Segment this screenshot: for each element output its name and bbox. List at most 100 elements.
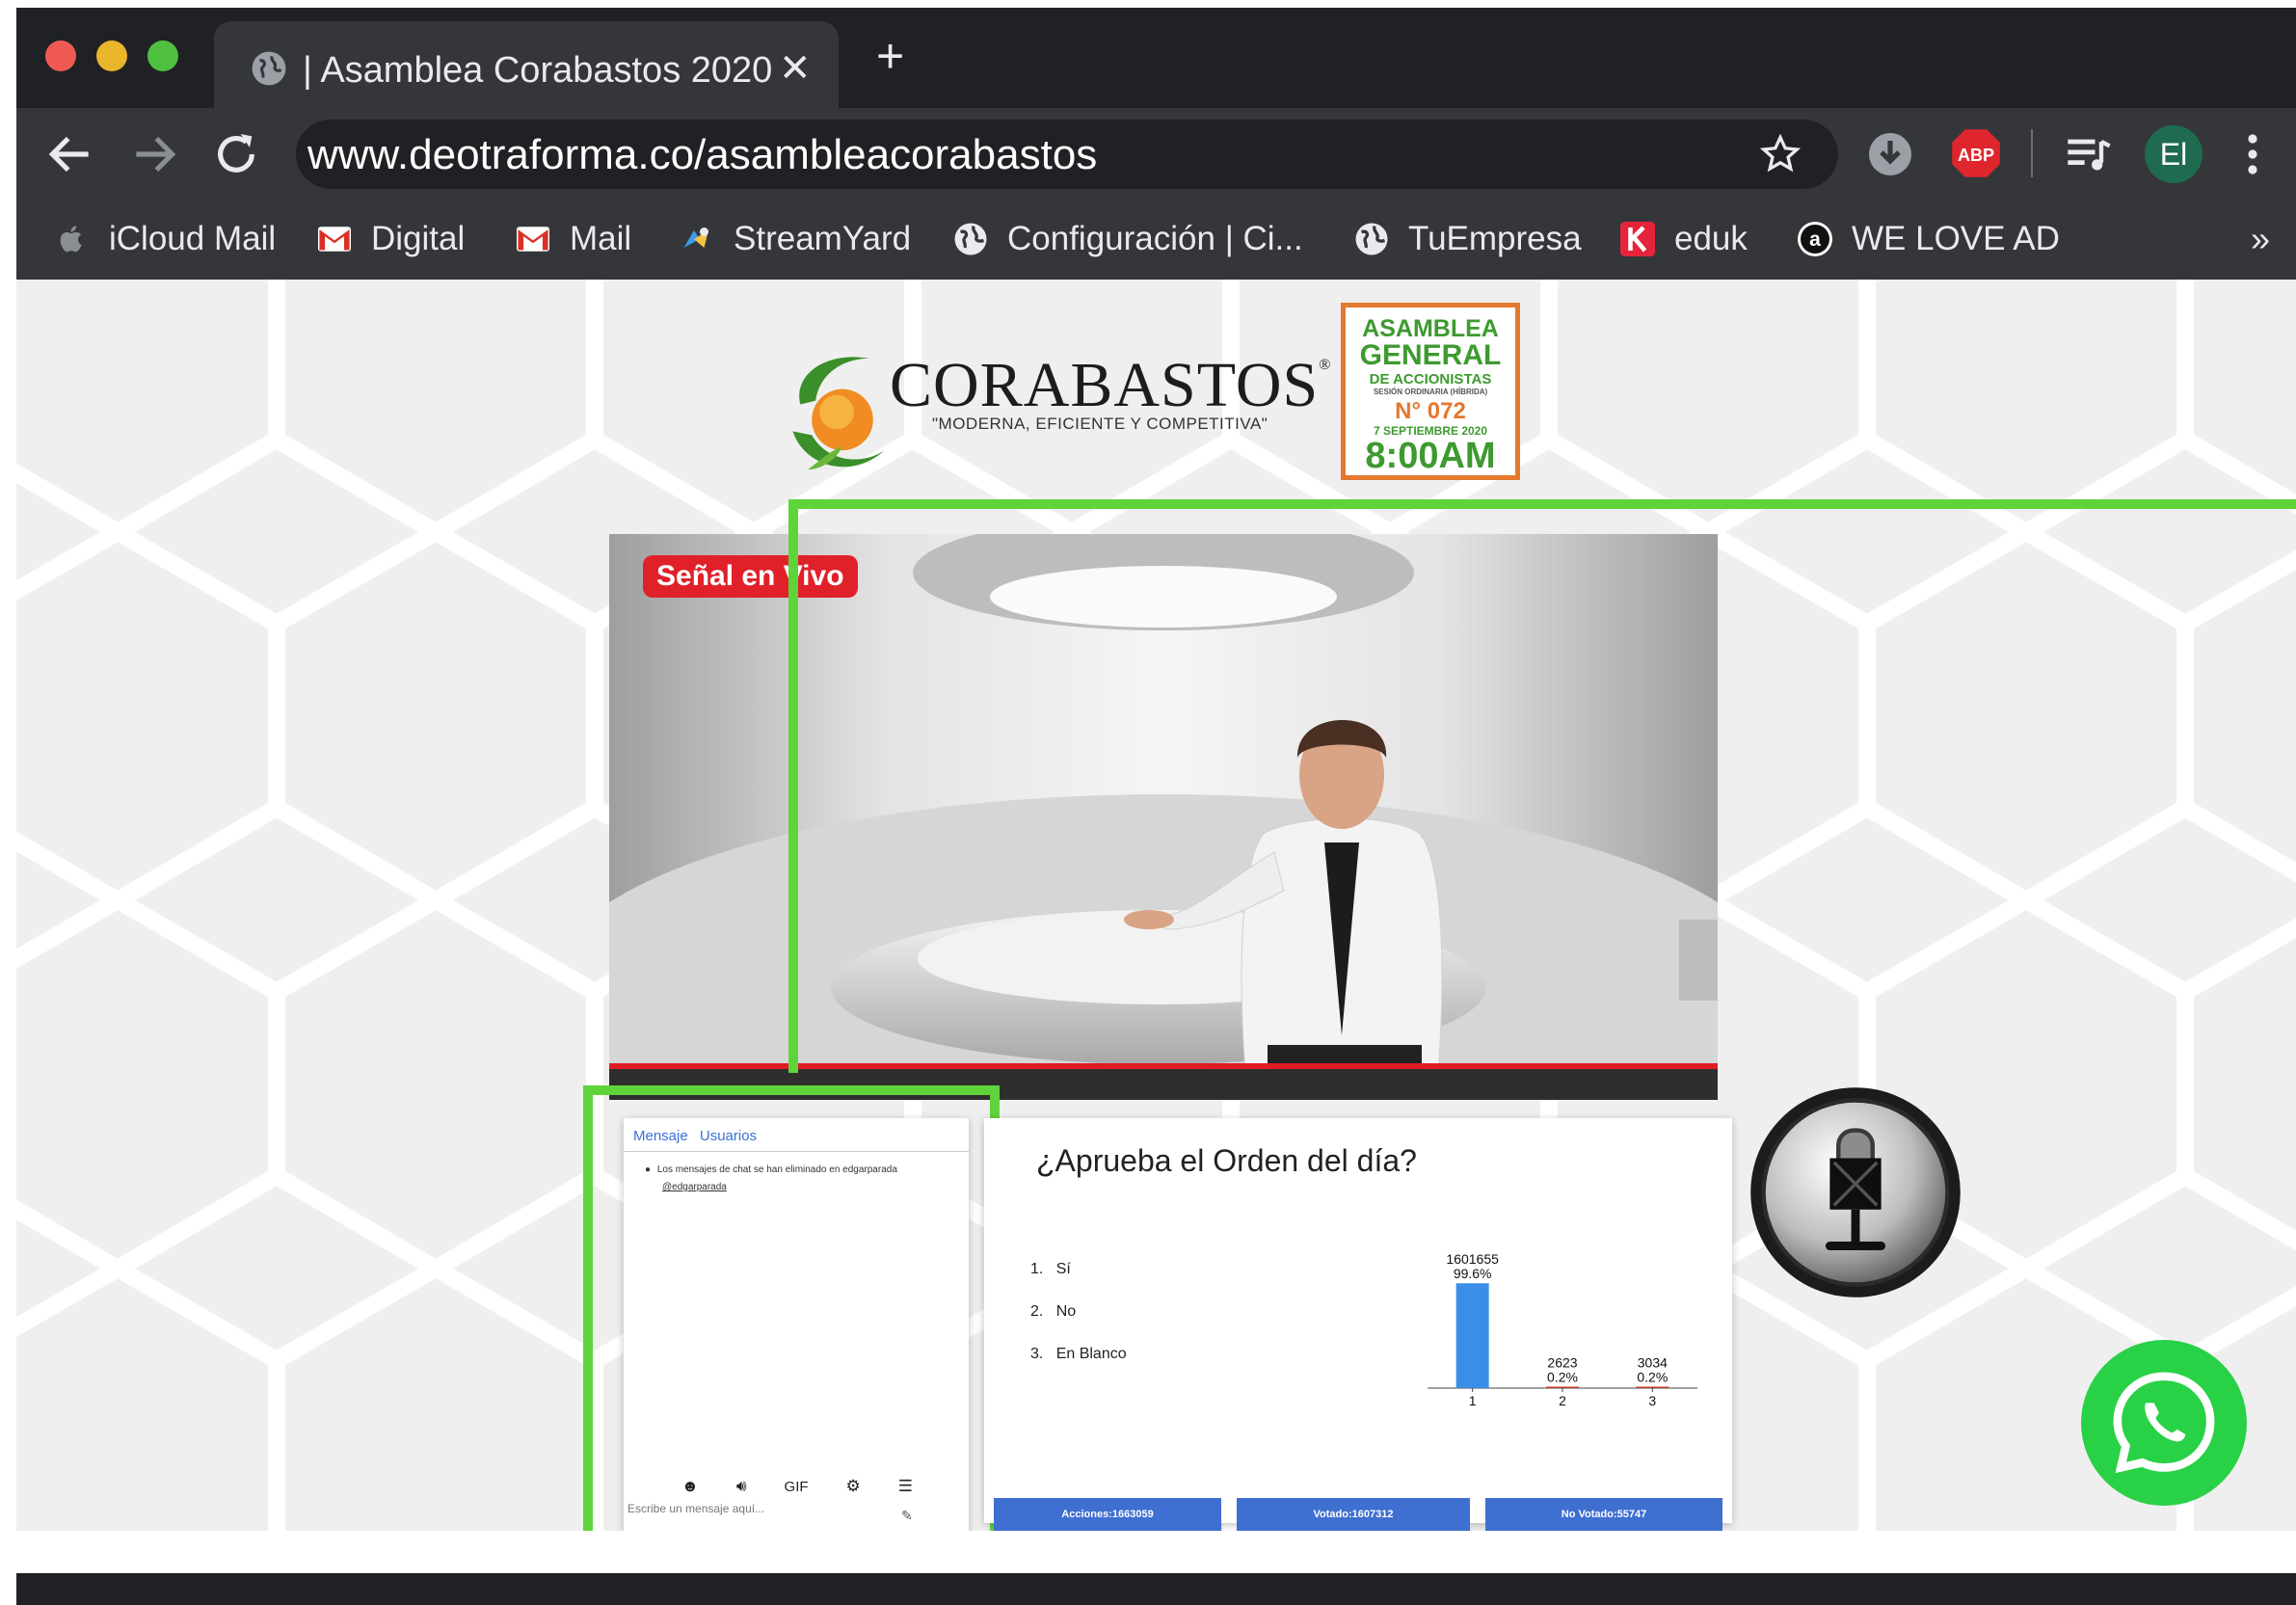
back-arrow-icon[interactable] [43, 127, 97, 181]
badge-line: GENERAL [1359, 339, 1502, 371]
chart-value-label: 2623 [1547, 1355, 1577, 1371]
bookmark-digital[interactable]: Digital [317, 214, 465, 264]
poll-question: ¿Aprueba el Orden del día? [1036, 1143, 1417, 1178]
chart-percent-label: 0.2% [1637, 1370, 1668, 1385]
badge-line: 8:00AM [1365, 436, 1496, 476]
window-bottom-bar [16, 1573, 2296, 1605]
microphone-icon[interactable] [1749, 1085, 1962, 1299]
new-tab-button[interactable]: + [876, 32, 904, 80]
video-frame [609, 534, 1718, 1100]
maximize-window-button[interactable] [147, 40, 178, 71]
address-bar[interactable]: www.deotraforma.co/asambleacorabastos [296, 120, 1838, 189]
chat-highlight-box [583, 1085, 1000, 1531]
poll-option-label: Sí [1055, 1261, 1071, 1277]
badge-line: N° 072 [1395, 398, 1466, 424]
bookmark-label: eduk [1674, 220, 1748, 257]
bookmarks-overflow-button[interactable]: » [2251, 214, 2270, 264]
poll-results-chart: 160165599.6%126230.2%230340.2%3 [1428, 1251, 1697, 1408]
minimize-window-button[interactable] [96, 40, 127, 71]
badge-line: ASAMBLEA [1362, 315, 1499, 342]
profile-avatar[interactable]: El [2145, 125, 2203, 183]
chart-bar [1455, 1283, 1489, 1388]
chart-category-label: 2 [1559, 1393, 1566, 1408]
bookmark-label: WE LOVE AD [1852, 220, 2060, 257]
chart-percent-label: 0.2% [1547, 1370, 1578, 1385]
chart-percent-label: 99.6% [1454, 1266, 1492, 1281]
gmail-icon [516, 222, 550, 256]
browser-toolbar: www.deotraforma.co/asambleacorabastos AB… [16, 108, 2296, 201]
download-icon[interactable] [1867, 131, 1913, 177]
bookmark-streamyard[interactable]: StreamYard [680, 214, 911, 264]
chart-value-label: 3034 [1638, 1355, 1668, 1371]
tab-strip: | Asamblea Corabastos 2020 ✕ + [16, 8, 2296, 116]
kebab-menu-icon[interactable] [2243, 131, 2262, 177]
poll-option-label: No [1055, 1303, 1077, 1320]
bookmark-label: Configuración | Ci... [1007, 220, 1303, 257]
poll-option-number: 3. [1030, 1346, 1044, 1362]
toolbar-divider [2031, 129, 2033, 177]
globe-icon [252, 51, 286, 86]
eduk-icon [1620, 222, 1655, 256]
bookmarks-bar: iCloud Mail Digital Mail StreamYard Conf… [16, 201, 2296, 280]
adblock-label: ABP [1958, 146, 1994, 165]
corabastos-logo-icon [792, 357, 885, 470]
amazon-icon: a [1798, 222, 1832, 256]
poll-option: 2. No [1030, 1303, 1076, 1321]
bookmark-mail[interactable]: Mail [516, 214, 631, 264]
brand-tagline: "MODERNA, EFICIENTE Y COMPETITIVA" [932, 415, 1268, 433]
whatsapp-icon[interactable] [2081, 1340, 2247, 1506]
poll-option-number: 2. [1030, 1303, 1044, 1320]
live-signal-badge: Señal en Vivo [643, 555, 858, 598]
bookmark-label: TuEmpresa [1408, 220, 1582, 257]
bookmark-label: Mail [570, 220, 632, 257]
media-playlist-icon[interactable] [2064, 129, 2114, 179]
bookmark-label: Digital [371, 220, 466, 257]
poll-panel: ¿Aprueba el Orden del día? 1. Sí 2. No 3… [984, 1118, 1732, 1531]
bookmark-label: iCloud Mail [109, 220, 277, 257]
brand-name: CORABASTOS® [890, 350, 1332, 420]
bookmark-we-love-ad[interactable]: a WE LOVE AD [1798, 214, 2060, 264]
reload-icon[interactable] [209, 127, 263, 181]
badge-line: SESIÓN ORDINARIA (HÍBRIDA) [1373, 388, 1488, 396]
star-icon[interactable] [1759, 133, 1802, 175]
bookmark-configuracion[interactable]: Configuración | Ci... [953, 214, 1303, 264]
poll-option: 3. En Blanco [1030, 1346, 1127, 1363]
url-text: www.deotraforma.co/asambleacorabastos [307, 131, 1098, 178]
chart-bar [1546, 1386, 1579, 1388]
page-bottom-strip [16, 1531, 2296, 1573]
poll-footer-no-votado: No Votado:55747 [1485, 1498, 1722, 1531]
gmail-icon [317, 222, 352, 256]
badge-line: DE ACCIONISTAS [1369, 371, 1492, 388]
globe-icon [1354, 222, 1389, 256]
browser-window: | Asamblea Corabastos 2020 ✕ + www.deotr… [16, 8, 2296, 1605]
bookmark-label: StreamYard [734, 220, 912, 257]
poll-footer-votado: Votado:1607312 [1237, 1498, 1470, 1531]
highlight-left-line [788, 499, 798, 1073]
video-player[interactable]: Señal en Vivo [609, 534, 1718, 1100]
poll-option-label: En Blanco [1055, 1346, 1127, 1362]
chart-bar [1636, 1386, 1669, 1388]
poll-footer-acciones: Acciones:1663059 [994, 1498, 1221, 1531]
chart-category-label: 1 [1469, 1393, 1477, 1408]
bookmark-icloud-mail[interactable]: iCloud Mail [55, 214, 276, 264]
bookmark-eduk[interactable]: eduk [1620, 214, 1748, 264]
poll-option-number: 1. [1030, 1261, 1044, 1277]
tab-close-icon[interactable]: ✕ [779, 46, 812, 91]
poll-option: 1. Sí [1030, 1261, 1071, 1278]
chart-value-label: 1601655 [1446, 1251, 1499, 1267]
highlight-top-line [788, 499, 2296, 509]
globe-icon [953, 222, 988, 256]
adblock-icon[interactable]: ABP [1950, 127, 2002, 179]
close-window-button[interactable] [45, 40, 76, 71]
bookmark-tuempresa[interactable]: TuEmpresa [1354, 214, 1582, 264]
brand-registered-mark: ® [1319, 357, 1332, 373]
tab-title: | Asamblea Corabastos 2020 [303, 50, 773, 91]
svg-text:a: a [1809, 228, 1821, 251]
chart-category-label: 3 [1648, 1393, 1656, 1408]
streamyard-icon [680, 222, 714, 256]
event-badge: ASAMBLEA GENERAL DE ACCIONISTAS SESIÓN O… [1341, 303, 1520, 480]
apple-icon [55, 222, 90, 256]
browser-tab[interactable]: | Asamblea Corabastos 2020 ✕ [214, 21, 839, 116]
forward-arrow-icon[interactable] [127, 127, 181, 181]
web-page: CORABASTOS® "MODERNA, EFICIENTE Y COMPET… [16, 280, 2296, 1531]
